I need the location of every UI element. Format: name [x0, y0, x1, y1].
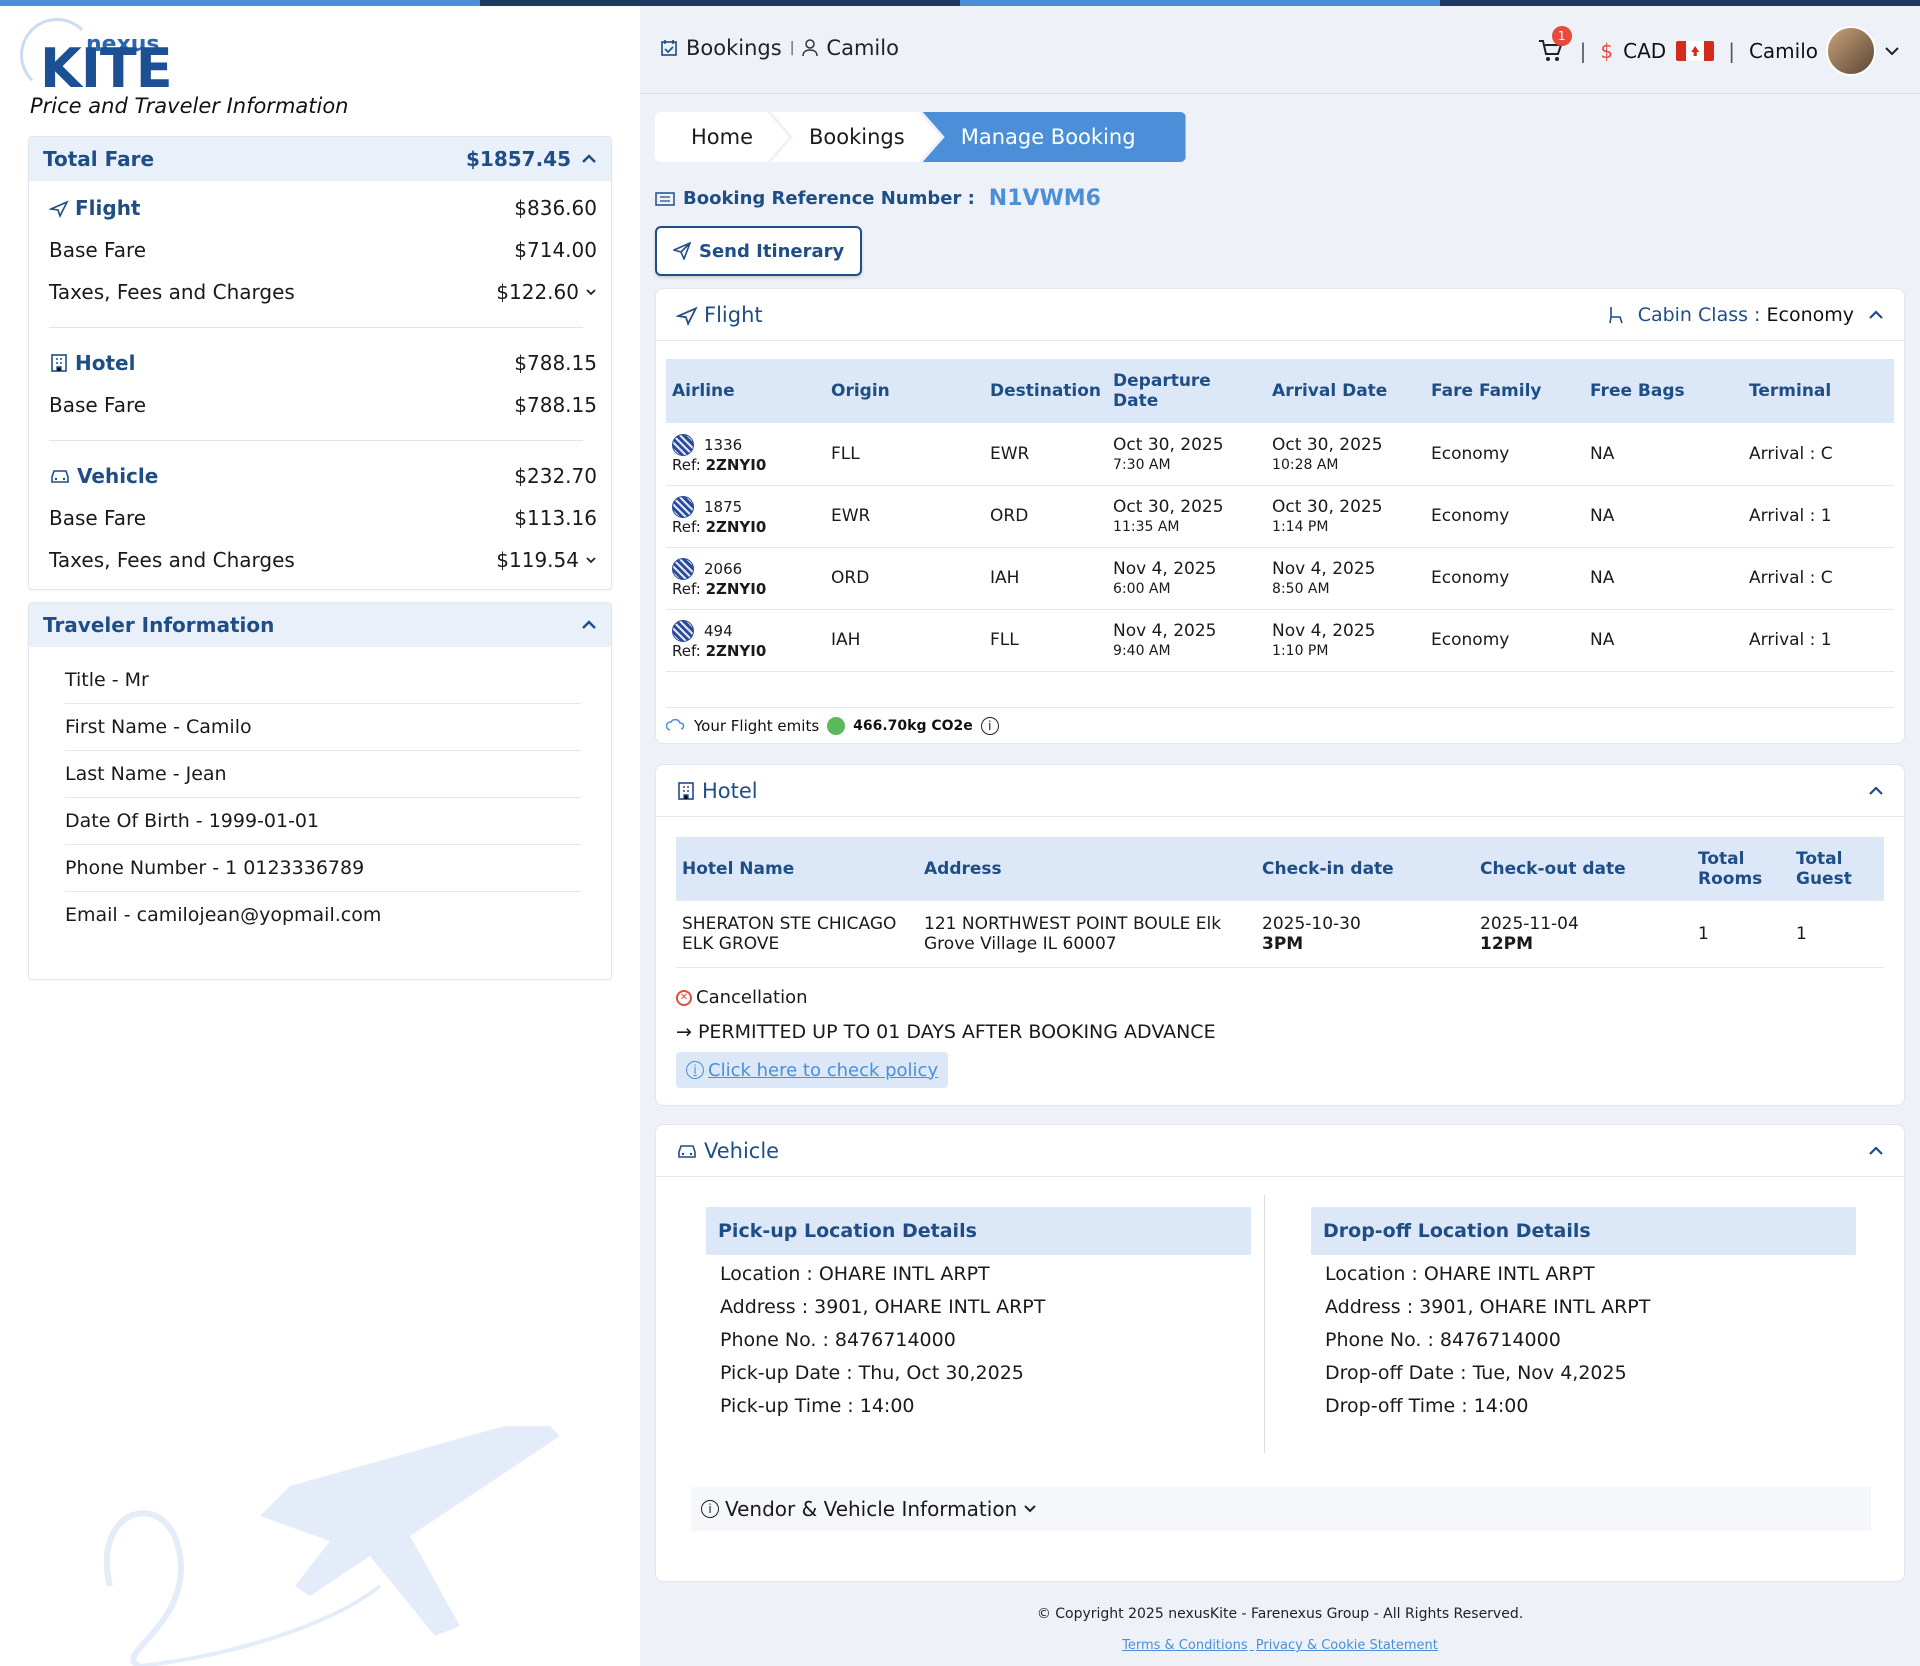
footer: © Copyright 2025 nexusKite - Farenexus G… [1036, 1606, 1524, 1653]
hotel-panel: Hotel Hotel Name Address Check-in date C… [655, 764, 1905, 1106]
info-icon: i [686, 1061, 704, 1079]
top-header: Bookings | Camilo 1 | $ CAD | Camilo [640, 6, 1920, 94]
car-icon [51, 470, 69, 483]
info-icon[interactable]: i [980, 716, 999, 735]
user-menu[interactable]: Camilo [1749, 26, 1900, 76]
traveler-card: Traveler Information Title - Mr First Na… [28, 602, 612, 980]
plane-icon [676, 306, 698, 326]
chevron-up-icon [582, 620, 596, 629]
avatar [1826, 26, 1876, 76]
info-icon: i [701, 1500, 719, 1518]
vendor-vehicle-toggle[interactable]: i Vendor & Vehicle Information [691, 1487, 1871, 1531]
flight-panel: Flight Cabin Class : Economy Airline Ori… [655, 288, 1905, 744]
hotel-icon [678, 781, 694, 800]
airline-logo-icon [672, 558, 694, 580]
breadcrumb-bookings[interactable]: Bookings [771, 112, 941, 162]
total-fare-header[interactable]: Total Fare $1857.45 [29, 137, 611, 181]
privacy-link[interactable]: Privacy & Cookie Statement [1256, 1638, 1438, 1653]
canada-flag-icon [1676, 41, 1715, 61]
airline-logo-icon [672, 620, 694, 642]
dropoff-location: Drop-off Location Details Location : OHA… [1311, 1207, 1856, 1420]
currency-selector[interactable]: $ CAD [1600, 39, 1715, 63]
cart-button[interactable]: 1 [1536, 26, 1572, 66]
fare-flight: Flight $836.60 [29, 187, 611, 229]
seat-icon [1608, 306, 1623, 323]
fare-vehicle-tax[interactable]: Taxes, Fees and Charges $119.54 [29, 539, 611, 581]
fare-card: Total Fare $1857.45 Flight $836.60 Base … [28, 136, 612, 590]
bookings-link[interactable]: Bookings [686, 36, 782, 60]
terms-link[interactable]: Terms & Conditions [1122, 1638, 1248, 1653]
table-row: 2066 Ref: 2ZNYI0 ORD IAH Nov 4, 2025 6:00 AM N… [666, 547, 1894, 610]
left-panel-title: Price and Traveler Information [30, 94, 349, 118]
table-row: 494 Ref: 2ZNYI0 IAH FLL Nov 4, 2025 9:40 AM No… [666, 609, 1894, 672]
flight-emissions: Your Flight emits 466.70kg CO2e i [666, 707, 1894, 743]
breadcrumb-home[interactable]: Home [655, 112, 789, 162]
user-icon [802, 39, 819, 57]
chevron-up-icon [1869, 1145, 1883, 1155]
fare-flight-tax[interactable]: Taxes, Fees and Charges $122.60 [29, 271, 611, 313]
hotel-table: Hotel Name Address Check-in date Check-o… [676, 837, 1884, 968]
chevron-down-icon [586, 557, 596, 564]
table-row: 1336 Ref: 2ZNYI0 FLL EWR Oct 30, 2025 7:30 AM… [666, 423, 1894, 486]
logo[interactable]: nexus KITE [18, 14, 173, 96]
traveler-last-name: Last Name - Jean [65, 751, 581, 798]
fare-vehicle-base: Base Fare $113.16 [49, 506, 597, 530]
traveler-title: Title - Mr [65, 657, 581, 704]
traveler-email: Email - camilojean@yopmail.com [65, 904, 382, 926]
cloud-plane-icon [666, 718, 685, 731]
table-row: 1875 Ref: 2ZNYI0 EWR ORD Oct 30, 2025 11:35 A… [666, 485, 1894, 548]
cancel-circle-icon: ✕ [676, 989, 692, 1006]
chevron-down-icon [1024, 1505, 1036, 1513]
flight-table: Airline Origin Destination Departure Dat… [666, 359, 1894, 672]
total-fare-amount: $1857.45 [465, 147, 571, 171]
chevron-down-icon [586, 289, 596, 296]
left-panel: nexus KITE Price and Traveler Informatio… [0, 6, 640, 1666]
main-content: Bookings | Camilo 1 | $ CAD | Camilo Hom… [640, 6, 1920, 1666]
send-icon [673, 242, 691, 260]
chevron-up-icon [1869, 309, 1883, 319]
calendar-check-icon [661, 40, 677, 56]
vehicle-panel: Vehicle Pick-up Location Details Locatio… [655, 1124, 1905, 1582]
vehicle-panel-header[interactable]: Vehicle [656, 1125, 1904, 1177]
breadcrumb: Home Bookings Manage Booking [655, 112, 1186, 162]
traveler-first-name: First Name - Camilo [65, 704, 581, 751]
cancellation-policy-text: → PERMITTED UP TO 01 DAYS AFTER BOOKING … [676, 1021, 1216, 1043]
leaf-icon [827, 716, 846, 735]
booking-reference: Booking Reference Number : N1VWM6 [655, 186, 1101, 211]
user-link[interactable]: Camilo [826, 36, 899, 60]
fare-hotel-base: Base Fare $788.15 [49, 393, 597, 417]
traveler-header[interactable]: Traveler Information [29, 603, 611, 647]
hotel-icon [51, 354, 67, 372]
send-itinerary-button[interactable]: Send Itinerary [655, 226, 863, 276]
chevron-down-icon [1885, 47, 1899, 56]
divider [1264, 1195, 1265, 1453]
breadcrumb-manage-booking[interactable]: Manage Booking [922, 112, 1186, 162]
fare-flight-base: Base Fare $714.00 [49, 238, 597, 262]
ticket-icon [655, 191, 675, 206]
chevron-up-icon [582, 154, 596, 163]
traveler-dob: Date Of Birth - 1999-01-01 [65, 798, 581, 845]
traveler-phone: Phone Number - 1 0123336789 [65, 845, 581, 892]
cancellation-label: ✕ Cancellation [676, 987, 808, 1008]
fare-hotel: Hotel $788.15 [29, 342, 611, 384]
car-icon [678, 1144, 696, 1158]
table-header-row: Hotel Name Address Check-in date Check-o… [676, 837, 1884, 901]
hotel-panel-header[interactable]: Hotel [656, 765, 1904, 817]
booking-reference-number: N1VWM6 [988, 186, 1101, 211]
table-row: SHERATON STE CHICAGO ELK GROVE 121 NORTH… [676, 901, 1884, 968]
flight-panel-header[interactable]: Flight Cabin Class : Economy [656, 289, 1904, 341]
table-header-row: Airline Origin Destination Departure Dat… [666, 359, 1894, 423]
plane-illustration-icon [103, 1426, 560, 1666]
airline-logo-icon [672, 496, 694, 518]
plane-icon [49, 200, 69, 218]
cart-badge: 1 [1551, 26, 1572, 46]
airline-logo-icon [672, 433, 694, 456]
fare-vehicle: Vehicle $232.70 [29, 455, 611, 497]
check-policy-link[interactable]: i Click here to check policy [676, 1052, 949, 1088]
chevron-up-icon [1869, 785, 1883, 795]
pickup-location: Pick-up Location Details Location : OHAR… [706, 1207, 1251, 1420]
